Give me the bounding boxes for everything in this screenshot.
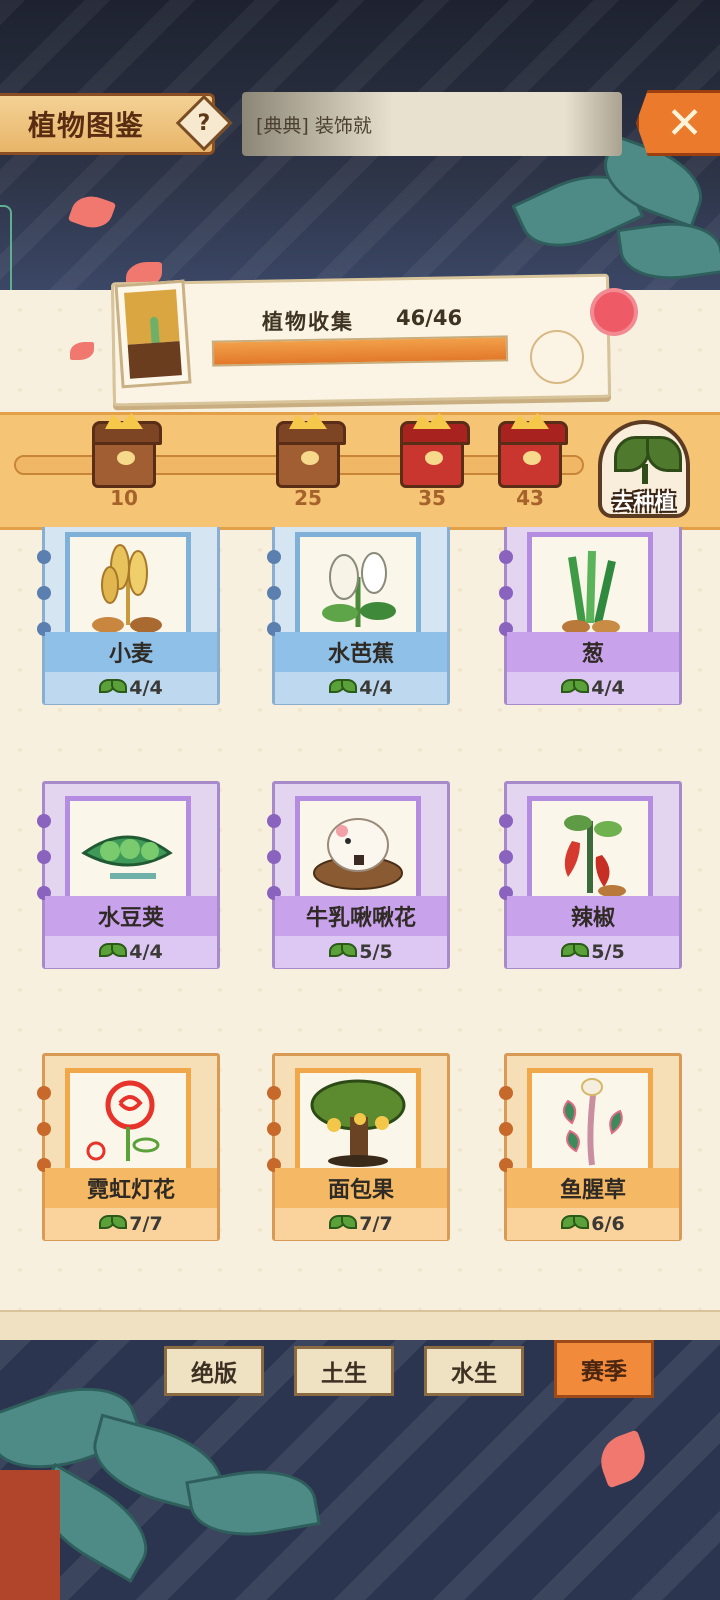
- plant-name: 葱: [507, 632, 679, 672]
- tab-season[interactable]: 赛季: [554, 1340, 654, 1398]
- plant-image-frame: [527, 532, 653, 638]
- plant-name: 牛乳啾啾花: [275, 896, 447, 936]
- sprout-icon: [561, 1213, 590, 1235]
- search-text: [典典] 装饰就: [256, 114, 372, 137]
- reward-chest[interactable]: [92, 413, 162, 488]
- plant-card[interactable]: 牛乳啾啾花 5/5: [267, 776, 457, 969]
- sprout-icon: [561, 941, 590, 963]
- plant-count: 4/4: [275, 672, 447, 704]
- collection-photo: [114, 279, 192, 389]
- plant-image-frame: [65, 532, 191, 638]
- milestone-label: 25: [294, 486, 322, 510]
- tab-aquatic[interactable]: 水生: [424, 1346, 524, 1396]
- neon-rose-icon: [86, 1080, 160, 1161]
- reward-chest[interactable]: [498, 413, 568, 488]
- go-plant-label[interactable]: 去种植: [594, 486, 694, 516]
- tab-land[interactable]: 土生: [294, 1346, 394, 1396]
- plant-image-frame: [527, 796, 653, 902]
- plant-name: 水豆荚: [45, 896, 217, 936]
- plant-card[interactable]: 小麦 4/4: [37, 527, 227, 705]
- plant-image-frame: [295, 532, 421, 638]
- plant-name: 小麦: [45, 632, 217, 672]
- plant-count: 5/5: [275, 936, 447, 968]
- milestone-label: 35: [418, 486, 446, 510]
- plant-image-frame: [295, 1068, 421, 1174]
- page-title: 植物图鉴: [28, 109, 145, 142]
- plant-card[interactable]: 葱 4/4: [499, 527, 689, 705]
- wheat-icon: [92, 544, 162, 633]
- reward-chest[interactable]: [276, 413, 346, 488]
- calla-lily-icon: [322, 552, 396, 627]
- scallion-icon: [562, 550, 620, 633]
- plant-count: 5/5: [507, 936, 679, 968]
- plant-count: 4/4: [45, 672, 217, 704]
- collection-count: 46/46: [396, 306, 463, 330]
- question-icon: ?: [197, 110, 211, 136]
- sprout-icon: [329, 941, 358, 963]
- close-icon: ✕: [666, 97, 703, 149]
- plant-name: 面包果: [275, 1168, 447, 1208]
- red-flower-icon: [594, 292, 634, 332]
- plant-card[interactable]: 鱼腥草 6/6: [499, 1048, 689, 1241]
- tab-out-of-print[interactable]: 绝版: [164, 1346, 264, 1396]
- plant-card[interactable]: 辣椒 5/5: [499, 776, 689, 969]
- close-button[interactable]: ✕: [636, 90, 720, 156]
- search-field[interactable]: [典典] 装饰就: [242, 92, 622, 156]
- collection-title: 植物收集: [262, 310, 354, 334]
- plant-name: 霓虹灯花: [45, 1168, 217, 1208]
- plant-image-frame: [295, 796, 421, 902]
- ground-block: [0, 1470, 60, 1600]
- sprout-icon: [329, 677, 358, 699]
- milestone-label: 43: [516, 486, 544, 510]
- plant-card[interactable]: 水芭蕉 4/4: [267, 527, 457, 705]
- collection-progress-fill: [213, 337, 507, 365]
- milestone-label: 10: [110, 486, 138, 510]
- sprout-icon: [99, 941, 128, 963]
- sprout-icon: [561, 677, 590, 699]
- plant-count: 4/4: [507, 672, 679, 704]
- plant-name: 鱼腥草: [507, 1168, 679, 1208]
- plant-image-frame: [527, 1068, 653, 1174]
- collection-progress-bar: [211, 335, 509, 367]
- plant-grid: 小麦 4/4 水芭蕉 4/4 葱 4/4 水豆荚 4/4 牛乳啾啾花 5/5 辣…: [0, 527, 720, 1302]
- plant-card[interactable]: 水豆荚 4/4: [37, 776, 227, 969]
- plant-image-frame: [65, 1068, 191, 1174]
- plant-card[interactable]: 霓虹灯花 7/7: [37, 1048, 227, 1241]
- plant-image-frame: [65, 796, 191, 902]
- plant-name: 辣椒: [507, 896, 679, 936]
- reward-chest[interactable]: [400, 413, 470, 488]
- flower-sketch-icon: [530, 330, 584, 384]
- plant-name: 水芭蕉: [275, 632, 447, 672]
- plant-count: 7/7: [45, 1208, 217, 1240]
- breadfruit-tree-icon: [310, 1079, 406, 1167]
- sprout-icon: [99, 677, 128, 699]
- bird-flower-icon: [313, 818, 403, 890]
- houttuynia-icon: [562, 1078, 623, 1166]
- plant-count: 6/6: [507, 1208, 679, 1240]
- sprout-icon: [329, 1213, 358, 1235]
- plant-card[interactable]: 面包果 7/7: [267, 1048, 457, 1241]
- chili-icon: [564, 815, 626, 897]
- sprout-icon: [99, 1213, 128, 1235]
- plant-count: 7/7: [275, 1208, 447, 1240]
- plant-count: 4/4: [45, 936, 217, 968]
- pea-pod-icon: [81, 835, 173, 879]
